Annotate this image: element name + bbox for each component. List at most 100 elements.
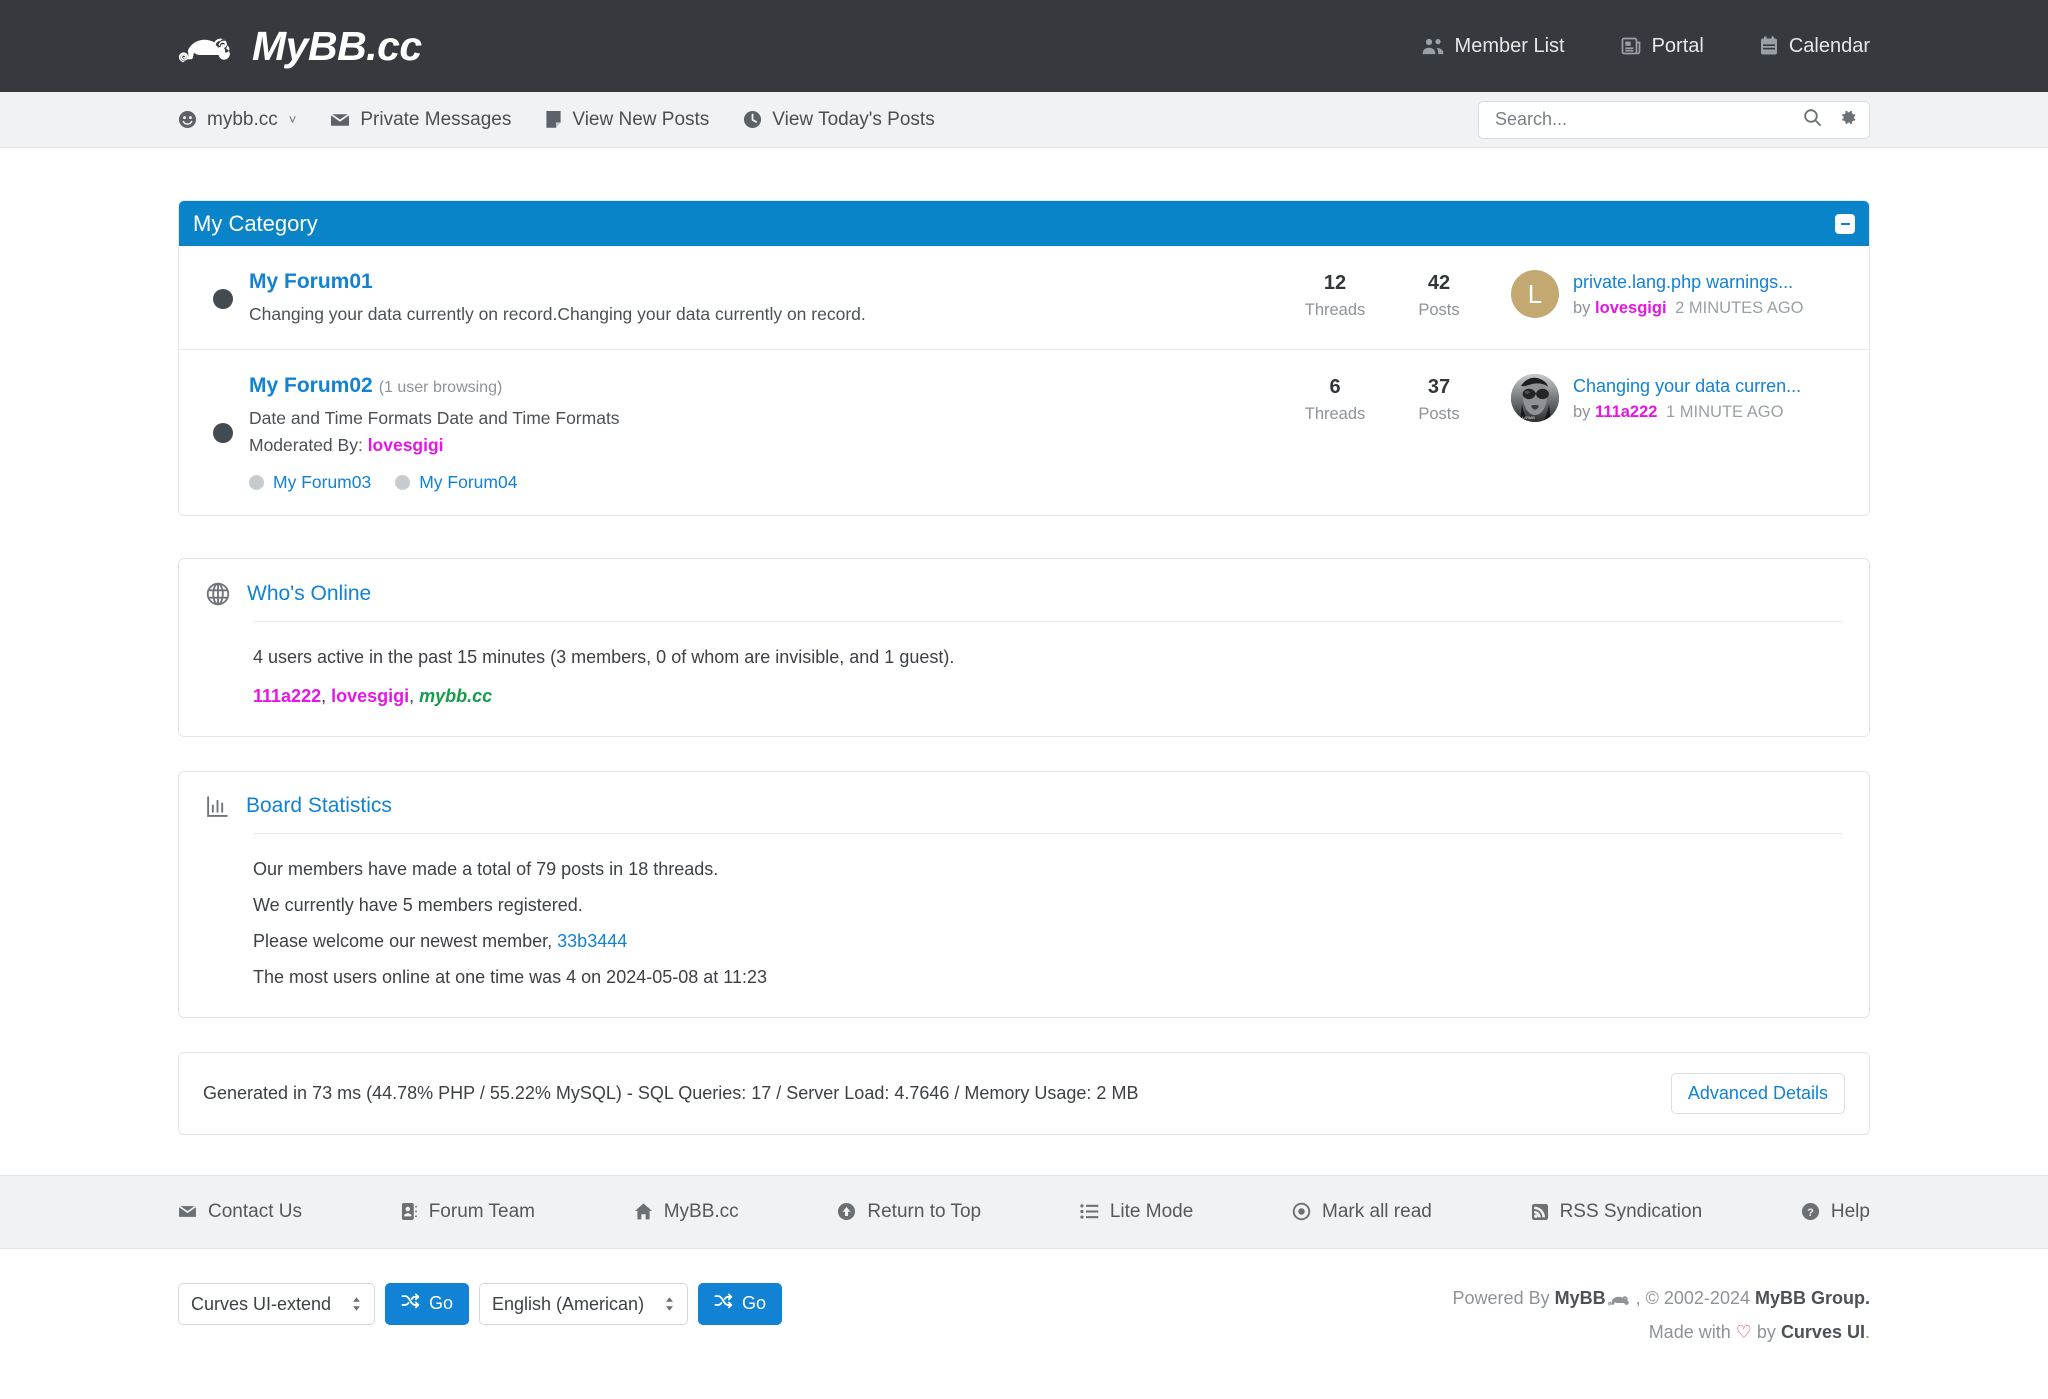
subforum-link[interactable]: My Forum03 xyxy=(273,472,371,493)
last-post-meta: by lovesgigi 2 MINUTES AGO xyxy=(1573,299,1804,318)
category-collapse-button[interactable] xyxy=(1835,213,1855,234)
forum-posts-count: 42 Posts xyxy=(1387,270,1491,320)
footer-credits: Powered By MyBB , © 2002-2024 MyBB Group.… xyxy=(1453,1283,1870,1349)
footer-bottom: Curves UI-extend Go English (American) G… xyxy=(0,1249,2048,1399)
board-statistics-body: Our members have made a total of 79 post… xyxy=(205,834,1843,991)
board-statistics-title[interactable]: Board Statistics xyxy=(246,794,392,818)
brand-link[interactable]: MyBB.cc xyxy=(178,25,422,67)
chameleon-icon xyxy=(1607,1291,1634,1311)
whos-online-title[interactable]: Who's Online xyxy=(247,582,371,606)
subforum-link[interactable]: My Forum04 xyxy=(419,472,517,493)
footer-mark-all-read[interactable]: Mark all read xyxy=(1292,1201,1432,1223)
moderator-link[interactable]: lovesgigi xyxy=(368,435,444,455)
shuffle-icon xyxy=(401,1293,420,1314)
whos-online-summary: 4 users active in the past 15 minutes (3… xyxy=(253,646,955,667)
posts-label: Posts xyxy=(1418,301,1460,319)
forum-title-link[interactable]: My Forum02 xyxy=(249,374,373,397)
last-post-meta: by 111a222 1 MINUTE AGO xyxy=(1573,403,1801,422)
footer-forum-team[interactable]: Forum Team xyxy=(401,1201,535,1223)
nav-member-list[interactable]: Member List xyxy=(1422,35,1565,58)
category-header: My Category xyxy=(179,201,1869,246)
language-select[interactable]: English (American) xyxy=(479,1282,689,1325)
footer-lite-mode-label: Lite Mode xyxy=(1109,1200,1194,1222)
avatar-letter: L xyxy=(1527,278,1543,309)
calendar-icon xyxy=(1760,36,1778,56)
chameleon-logo-icon xyxy=(178,29,236,63)
minus-icon xyxy=(1840,222,1850,225)
nav-view-todays-posts-label: View Today's Posts xyxy=(772,108,935,130)
last-post-time: 1 MINUTE AGO xyxy=(1666,403,1784,422)
footer-home[interactable]: MyBB.cc xyxy=(634,1201,739,1223)
made-with-line: Made with ♡ by Curves UI. xyxy=(1453,1317,1870,1349)
made-mid: by xyxy=(1756,1322,1776,1342)
nav-portal-label: Portal xyxy=(1651,34,1704,57)
forum-moderators: Moderated By: lovesgigi xyxy=(249,435,1263,456)
threads-value: 12 xyxy=(1323,272,1347,294)
chevron-down-icon: ˅ xyxy=(288,112,297,127)
question-circle-icon: ? xyxy=(1801,1202,1820,1221)
language-select-wrapper[interactable]: English (American) xyxy=(479,1282,689,1325)
footer-rss-syndication[interactable]: RSS Syndication xyxy=(1531,1201,1702,1223)
site-header: MyBB.cc Member List Portal Calendar xyxy=(0,0,2048,92)
nav-view-new-posts-label: View New Posts xyxy=(572,108,710,130)
avatar[interactable]: L xyxy=(1511,270,1559,318)
footer-contact-us-label: Contact Us xyxy=(208,1200,302,1222)
last-post-author-link[interactable]: 111a222 xyxy=(1595,403,1657,421)
subforum-status-icon xyxy=(249,474,264,490)
language-go-button[interactable]: Go xyxy=(698,1282,783,1325)
search-icon[interactable] xyxy=(1803,108,1822,132)
heart-icon: ♡ xyxy=(1735,1322,1752,1342)
envelope-icon xyxy=(178,1204,197,1219)
board-statistics-panel: Board Statistics Our members have made a… xyxy=(178,770,1870,1018)
forum-description: Changing your data currently on record.C… xyxy=(249,304,866,324)
last-post-title-link[interactable]: private.lang.php warnings... xyxy=(1573,272,1804,293)
posts-value: 42 xyxy=(1427,272,1451,294)
stat-posts-threads: Our members have made a total of 79 post… xyxy=(253,858,719,879)
subforum-status-icon xyxy=(395,474,411,490)
posts-value: 37 xyxy=(1427,376,1451,399)
advanced-details-button[interactable]: Advanced Details xyxy=(1670,1072,1845,1114)
forum-threads-count: 12 Threads xyxy=(1283,270,1387,320)
made-prefix: Made with xyxy=(1648,1322,1731,1342)
envelope-icon xyxy=(330,112,350,128)
theme-go-label: Go xyxy=(429,1293,454,1313)
copyright-text: , © 2002-2024 xyxy=(1635,1287,1750,1308)
forum-row: My Forum01 Changing your data currently … xyxy=(179,246,1869,351)
footer-return-to-top[interactable]: Return to Top xyxy=(837,1201,981,1223)
online-user-link[interactable]: mybb.cc xyxy=(419,686,492,706)
newest-member-link[interactable]: 33b3444 xyxy=(557,931,627,951)
nav-calendar[interactable]: Calendar xyxy=(1760,35,1870,58)
footer-help[interactable]: ? Help xyxy=(1801,1201,1870,1223)
footer-contact-us[interactable]: Contact Us xyxy=(178,1201,302,1223)
smiley-icon xyxy=(178,110,197,129)
gear-icon[interactable] xyxy=(1838,108,1857,132)
last-post-author-link[interactable]: lovesgigi xyxy=(1595,299,1667,317)
clock-icon xyxy=(743,110,762,129)
mybb-brand: MyBB xyxy=(1554,1287,1606,1308)
mybb-group: MyBB Group. xyxy=(1755,1287,1870,1308)
nav-view-new-posts[interactable]: View New Posts xyxy=(545,109,709,131)
last-post-title-link[interactable]: Changing your data curren... xyxy=(1573,376,1801,397)
curves-ui-brand: Curves UI xyxy=(1780,1322,1865,1342)
search-input[interactable] xyxy=(1493,108,1803,131)
footer-lite-mode[interactable]: Lite Mode xyxy=(1080,1201,1193,1223)
board-statistics-header: Board Statistics xyxy=(205,794,1843,833)
theme-go-button[interactable]: Go xyxy=(385,1282,470,1325)
search-box[interactable] xyxy=(1478,100,1870,139)
theme-select-wrapper[interactable]: Curves UI-extend xyxy=(178,1282,375,1325)
forum-last-post: LARIAB Changing your data curren... by 1… xyxy=(1491,374,1851,423)
forum-status xyxy=(197,288,249,309)
online-user-link[interactable]: lovesgigi xyxy=(331,686,409,706)
forum-last-post: L private.lang.php warnings... by lovesg… xyxy=(1491,270,1851,318)
powered-by-line: Powered By MyBB , © 2002-2024 MyBB Group. xyxy=(1453,1283,1870,1318)
nav-private-messages[interactable]: Private Messages xyxy=(330,109,511,131)
nav-user-menu-label: mybb.cc xyxy=(207,108,278,130)
nav-view-todays-posts[interactable]: View Today's Posts xyxy=(743,108,935,131)
forum-status xyxy=(197,423,249,444)
online-user-link[interactable]: 111a222 xyxy=(253,686,321,706)
nav-user-menu[interactable]: mybb.cc ˅ xyxy=(178,109,296,131)
avatar[interactable]: LARIAB xyxy=(1511,374,1559,423)
theme-select[interactable]: Curves UI-extend xyxy=(178,1282,375,1325)
forum-title-link[interactable]: My Forum01 xyxy=(249,270,373,293)
nav-portal[interactable]: Portal xyxy=(1621,35,1704,58)
